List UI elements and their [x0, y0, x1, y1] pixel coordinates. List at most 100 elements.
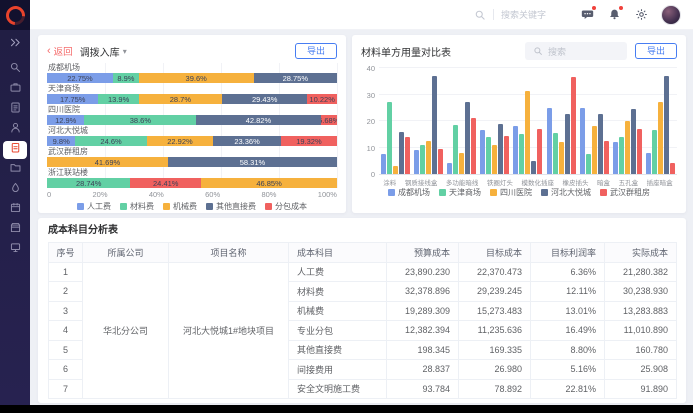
bar[interactable] — [559, 142, 564, 174]
bar-segment[interactable]: 58.31% — [168, 157, 337, 167]
app-logo[interactable] — [0, 0, 30, 30]
legend-item[interactable]: 人工费 — [77, 201, 111, 212]
bar[interactable] — [631, 109, 636, 174]
bar-segment[interactable]: 10.22% — [307, 94, 337, 104]
bar[interactable] — [580, 108, 585, 174]
export-button[interactable]: 导出 — [295, 43, 337, 60]
message-icon[interactable] — [580, 8, 594, 22]
bar[interactable] — [537, 129, 542, 174]
bar-segment[interactable]: 17.75% — [47, 94, 98, 104]
sidebar-item-package[interactable] — [3, 221, 27, 239]
bar[interactable] — [381, 154, 386, 174]
bar[interactable] — [492, 145, 497, 174]
bar-segment[interactable]: 29.43% — [222, 94, 307, 104]
bar[interactable] — [465, 102, 470, 174]
bar-segment[interactable]: 9.8% — [47, 136, 75, 146]
bar[interactable] — [565, 114, 570, 174]
legend-item[interactable]: 武汉群租房 — [600, 187, 650, 198]
bar[interactable] — [399, 132, 404, 174]
bar-segment[interactable]: 12.9% — [47, 115, 84, 125]
legend-item[interactable]: 天津商场 — [439, 187, 481, 198]
bar[interactable] — [504, 136, 509, 174]
panel-search-input[interactable]: 搜索 — [525, 42, 627, 60]
export-button[interactable]: 导出 — [635, 43, 677, 60]
legend-item[interactable]: 其他直接费 — [206, 201, 256, 212]
bar-segment[interactable]: 42.82% — [196, 115, 320, 125]
sidebar-item-calendar[interactable] — [3, 201, 27, 219]
bar[interactable] — [571, 77, 576, 174]
bar[interactable] — [459, 153, 464, 174]
bar[interactable] — [658, 102, 663, 174]
bar[interactable] — [498, 124, 503, 174]
bar-segment[interactable]: 22.75% — [47, 73, 113, 83]
user-avatar[interactable] — [661, 5, 681, 25]
bar[interactable] — [553, 133, 558, 174]
bar-segment[interactable]: 8.9% — [113, 73, 139, 83]
legend-item[interactable]: 四川医院 — [490, 187, 532, 198]
bar-segment[interactable]: 19.32% — [281, 136, 337, 146]
bar[interactable] — [525, 91, 530, 174]
bar[interactable] — [393, 166, 398, 174]
bar-segment[interactable]: 24.6% — [75, 136, 146, 146]
bar[interactable] — [664, 76, 669, 174]
topbar-search-input[interactable]: 搜索关键字 — [474, 8, 546, 21]
back-button[interactable]: ‹ 返回 — [47, 44, 73, 58]
bar[interactable] — [646, 153, 651, 174]
bar-segment[interactable]: 28.74% — [47, 178, 130, 188]
bar[interactable] — [387, 102, 392, 174]
bar[interactable] — [453, 125, 458, 174]
bar-segment[interactable]: 5.68% — [321, 115, 337, 125]
bar-segment[interactable]: 41.69% — [47, 157, 168, 167]
bar[interactable] — [592, 126, 597, 174]
bar[interactable] — [519, 134, 524, 174]
bar[interactable] — [513, 126, 518, 174]
chevron-down-icon[interactable]: ▾ — [123, 47, 127, 56]
sidebar-item-drop[interactable] — [3, 181, 27, 199]
legend-item[interactable]: 成都机场 — [388, 187, 430, 198]
bar[interactable] — [670, 163, 675, 174]
bell-icon[interactable] — [607, 8, 621, 22]
bar[interactable] — [613, 142, 618, 174]
sidebar-item-cost-analysis[interactable] — [3, 141, 27, 159]
bar[interactable] — [625, 121, 630, 174]
sidebar-item-expand[interactable] — [3, 36, 27, 54]
bar[interactable] — [604, 141, 609, 174]
bar[interactable] — [486, 137, 491, 174]
bar-segment[interactable]: 22.92% — [147, 136, 213, 146]
bar-segment[interactable]: 23.36% — [213, 136, 281, 146]
legend-item[interactable]: 机械费 — [163, 201, 197, 212]
bar[interactable] — [547, 108, 552, 174]
bar[interactable] — [637, 129, 642, 174]
bar-segment[interactable]: 13.9% — [98, 94, 138, 104]
bar-segment[interactable]: 24.41% — [130, 178, 201, 188]
bar[interactable] — [531, 161, 536, 174]
gear-icon[interactable] — [634, 8, 648, 22]
bar[interactable] — [652, 130, 657, 174]
bar[interactable] — [426, 141, 431, 174]
bar[interactable] — [405, 137, 410, 174]
bar-segment[interactable]: 28.75% — [254, 73, 337, 83]
sidebar-item-search[interactable] — [3, 61, 27, 79]
sidebar-item-user[interactable] — [3, 121, 27, 139]
legend-item[interactable]: 材料费 — [120, 201, 154, 212]
bar[interactable] — [471, 118, 476, 174]
bar[interactable] — [414, 150, 419, 174]
bar[interactable] — [432, 76, 437, 174]
bar-segment[interactable]: 38.6% — [84, 115, 196, 125]
sidebar-item-monitor[interactable] — [3, 241, 27, 259]
bar[interactable] — [598, 114, 603, 174]
sidebar-item-briefcase[interactable] — [3, 81, 27, 99]
bar[interactable] — [447, 163, 452, 174]
bar-segment[interactable]: 46.85% — [201, 178, 337, 188]
bar[interactable] — [480, 130, 485, 174]
bar-segment[interactable]: 39.6% — [139, 73, 254, 83]
bar[interactable] — [586, 154, 591, 174]
bar[interactable] — [619, 137, 624, 174]
bar[interactable] — [420, 145, 425, 174]
legend-item[interactable]: 分包成本 — [265, 201, 307, 212]
bar-segment[interactable]: 28.7% — [139, 94, 222, 104]
bar[interactable] — [438, 149, 443, 174]
sidebar-item-file-edit[interactable] — [3, 101, 27, 119]
sidebar-item-folder[interactable] — [3, 161, 27, 179]
legend-item[interactable]: 河北大悦城 — [541, 187, 591, 198]
